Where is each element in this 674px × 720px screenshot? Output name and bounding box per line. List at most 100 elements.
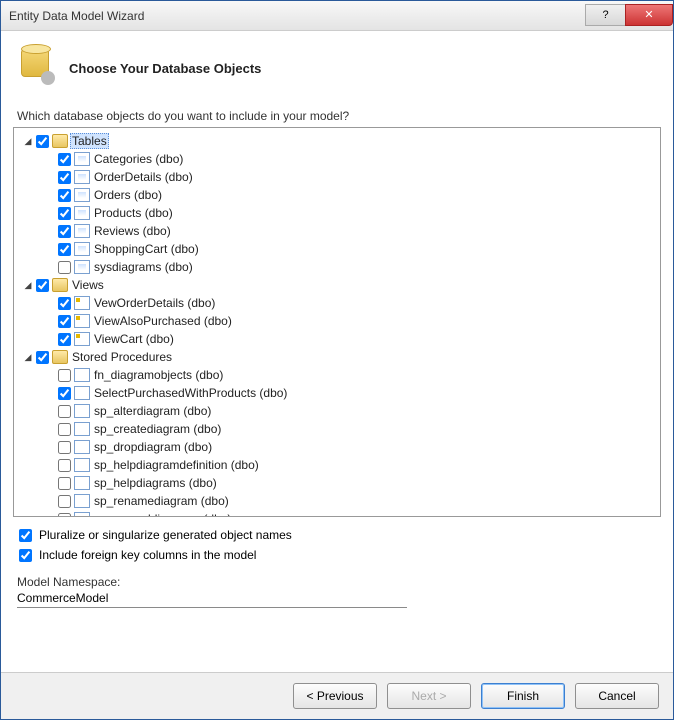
expander-icon[interactable]: ◢ <box>22 351 34 363</box>
previous-button[interactable]: < Previous <box>293 683 377 709</box>
namespace-input[interactable] <box>17 589 407 608</box>
tree-group[interactable]: ◢Stored Procedures <box>16 348 658 366</box>
group-checkbox[interactable] <box>36 279 49 292</box>
item-label: VewOrderDetails (dbo) <box>92 296 217 310</box>
tree-item[interactable]: sp_renamediagram (dbo) <box>16 492 658 510</box>
item-icon <box>74 188 90 202</box>
item-checkbox[interactable] <box>58 207 71 220</box>
tree-item[interactable]: sysdiagrams (dbo) <box>16 258 658 276</box>
option-pluralize[interactable]: Pluralize or singularize generated objec… <box>17 525 657 545</box>
item-checkbox[interactable] <box>58 441 71 454</box>
item-checkbox[interactable] <box>58 171 71 184</box>
item-checkbox[interactable] <box>58 369 71 382</box>
item-checkbox[interactable] <box>58 225 71 238</box>
item-label: ViewAlsoPurchased (dbo) <box>92 314 234 328</box>
item-checkbox[interactable] <box>58 423 71 436</box>
tree-item[interactable]: ViewCart (dbo) <box>16 330 658 348</box>
finish-button[interactable]: Finish <box>481 683 565 709</box>
tree-item[interactable]: sp_upgraddiagrams (dbo) <box>16 510 658 517</box>
tree-item[interactable]: Products (dbo) <box>16 204 658 222</box>
item-label: ShoppingCart (dbo) <box>92 242 201 256</box>
tree-item[interactable]: sp_dropdiagram (dbo) <box>16 438 658 456</box>
group-label: Views <box>70 278 106 292</box>
item-label: sp_renamediagram (dbo) <box>92 494 231 508</box>
item-label: sp_helpdiagrams (dbo) <box>92 476 219 490</box>
tree-item[interactable]: Categories (dbo) <box>16 150 658 168</box>
tree-item[interactable]: ViewAlsoPurchased (dbo) <box>16 312 658 330</box>
item-label: ViewCart (dbo) <box>92 332 176 346</box>
namespace-label: Model Namespace: <box>17 575 657 589</box>
item-icon <box>74 170 90 184</box>
item-checkbox[interactable] <box>58 387 71 400</box>
item-checkbox[interactable] <box>58 459 71 472</box>
item-icon <box>74 386 90 400</box>
database-icon <box>19 45 55 85</box>
object-tree[interactable]: ◢ Tables Categories (dbo) OrderDetails (dbo… <box>13 127 661 517</box>
item-checkbox[interactable] <box>58 243 71 256</box>
foreign-keys-label: Include foreign key columns in the model <box>39 548 256 562</box>
next-button[interactable]: Next > <box>387 683 471 709</box>
item-label: sp_creatediagram (dbo) <box>92 422 223 436</box>
help-button[interactable]: ? <box>585 4 625 26</box>
tree-item[interactable]: VewOrderDetails (dbo) <box>16 294 658 312</box>
item-label: sysdiagrams (dbo) <box>92 260 195 274</box>
expander-icon[interactable]: ◢ <box>22 279 34 291</box>
tree-item[interactable]: ShoppingCart (dbo) <box>16 240 658 258</box>
tree-item[interactable]: sp_alterdiagram (dbo) <box>16 402 658 420</box>
tree-item[interactable]: OrderDetails (dbo) <box>16 168 658 186</box>
tree-item[interactable]: sp_creatediagram (dbo) <box>16 420 658 438</box>
item-checkbox[interactable] <box>58 495 71 508</box>
item-icon <box>74 494 90 508</box>
wizard-window: Entity Data Model Wizard ? ✕ Choose Your… <box>0 0 674 720</box>
cancel-button[interactable]: Cancel <box>575 683 659 709</box>
close-button[interactable]: ✕ <box>625 4 673 26</box>
item-checkbox[interactable] <box>58 477 71 490</box>
tree-item[interactable]: Reviews (dbo) <box>16 222 658 240</box>
item-checkbox[interactable] <box>58 189 71 202</box>
tree-item[interactable]: Orders (dbo) <box>16 186 658 204</box>
item-icon <box>74 476 90 490</box>
item-icon <box>74 206 90 220</box>
footer: < Previous Next > Finish Cancel <box>1 672 673 719</box>
folder-icon <box>52 134 68 148</box>
item-checkbox[interactable] <box>58 261 71 274</box>
foreign-keys-checkbox[interactable] <box>19 549 32 562</box>
group-label: Tables <box>70 133 109 149</box>
item-checkbox[interactable] <box>58 315 71 328</box>
folder-icon <box>52 350 68 364</box>
tree-item[interactable]: fn_diagramobjects (dbo) <box>16 366 658 384</box>
item-label: OrderDetails (dbo) <box>92 170 195 184</box>
item-label: Products (dbo) <box>92 206 175 220</box>
item-label: fn_diagramobjects (dbo) <box>92 368 225 382</box>
item-label: sp_alterdiagram (dbo) <box>92 404 213 418</box>
item-checkbox[interactable] <box>58 333 71 346</box>
item-icon <box>74 296 90 310</box>
option-foreign-keys[interactable]: Include foreign key columns in the model <box>17 545 657 565</box>
prompt-text: Which database objects do you want to in… <box>17 109 657 123</box>
folder-icon <box>52 278 68 292</box>
titlebar: Entity Data Model Wizard ? ✕ <box>1 1 673 31</box>
tree-item[interactable]: sp_helpdiagrams (dbo) <box>16 474 658 492</box>
item-label: Categories (dbo) <box>92 152 185 166</box>
pluralize-checkbox[interactable] <box>19 529 32 542</box>
window-title: Entity Data Model Wizard <box>9 9 585 23</box>
expander-icon[interactable]: ◢ <box>22 135 34 147</box>
item-checkbox[interactable] <box>58 153 71 166</box>
item-label: Orders (dbo) <box>92 188 164 202</box>
pluralize-label: Pluralize or singularize generated objec… <box>39 528 292 542</box>
tree-group[interactable]: ◢ Views <box>16 276 658 294</box>
tree-item[interactable]: SelectPurchasedWithProducts (dbo) <box>16 384 658 402</box>
tree-group[interactable]: ◢ Tables <box>16 132 658 150</box>
options-section: Pluralize or singularize generated objec… <box>13 517 661 610</box>
group-checkbox[interactable] <box>36 135 49 148</box>
item-icon <box>74 422 90 436</box>
group-checkbox[interactable] <box>36 351 49 364</box>
item-checkbox[interactable] <box>58 405 71 418</box>
tree-item[interactable]: sp_helpdiagramdefinition (dbo) <box>16 456 658 474</box>
item-label: sp_dropdiagram (dbo) <box>92 440 214 454</box>
item-icon <box>74 404 90 418</box>
item-checkbox[interactable] <box>58 297 71 310</box>
titlebar-buttons: ? ✕ <box>585 6 673 26</box>
item-icon <box>74 332 90 346</box>
item-label: Reviews (dbo) <box>92 224 173 238</box>
